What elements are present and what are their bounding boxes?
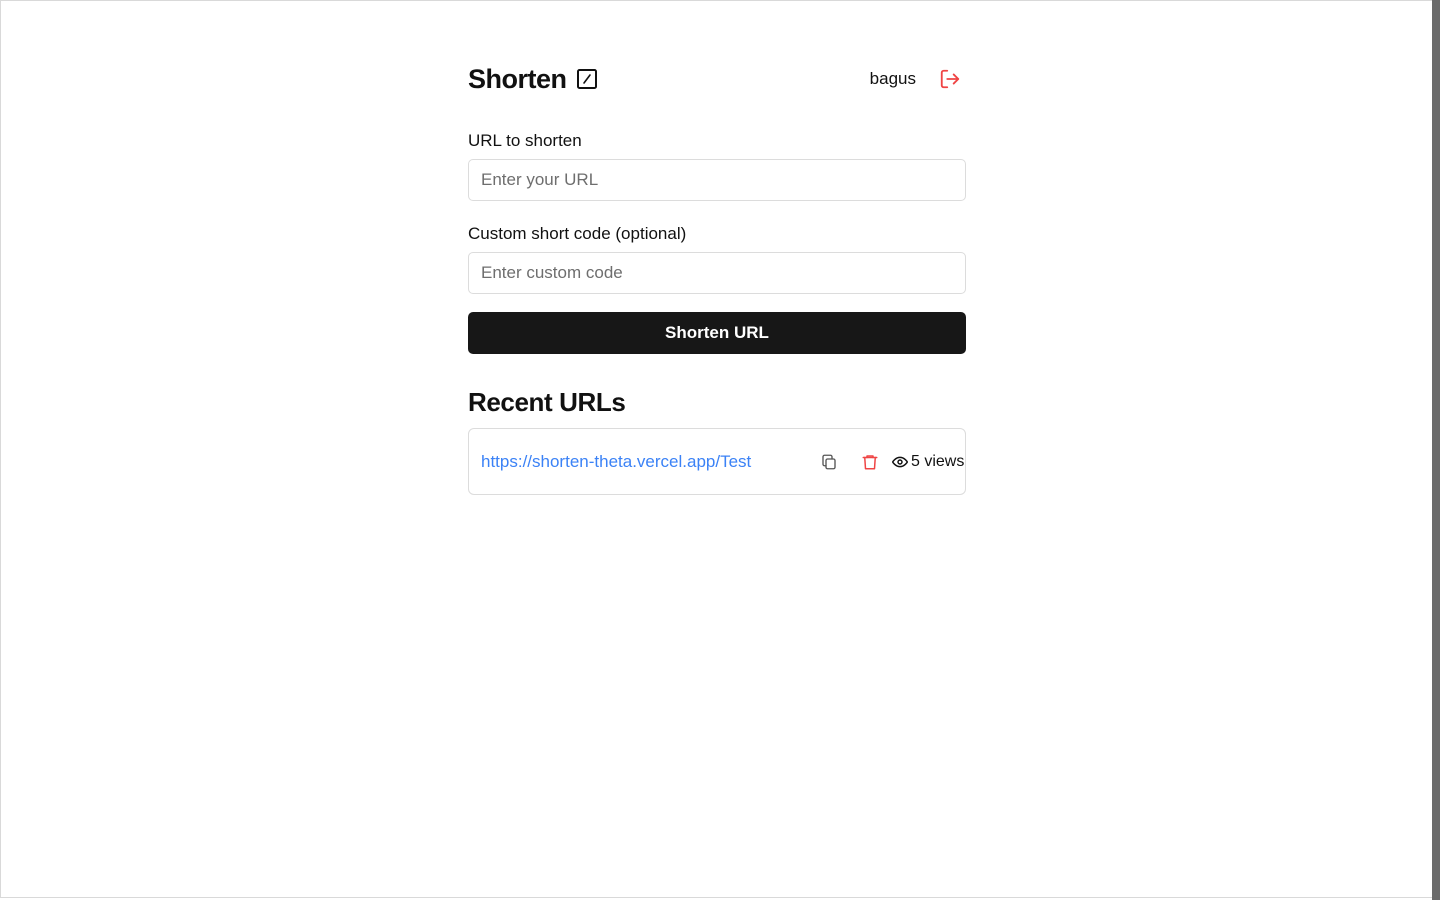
logout-icon xyxy=(940,69,960,89)
custom-code-label: Custom short code (optional) xyxy=(468,224,687,243)
copy-icon xyxy=(822,454,836,470)
copy-button[interactable] xyxy=(817,450,841,474)
app-title: Shorten xyxy=(468,64,567,94)
url-input[interactable] xyxy=(468,159,966,201)
recent-url-item: https://shorten-theta.vercel.app/Test 5 … xyxy=(468,428,966,495)
app-header: Shorten bagus xyxy=(468,59,966,99)
logout-button[interactable] xyxy=(936,65,964,93)
user-area: bagus xyxy=(870,65,966,93)
view-count: 5 views xyxy=(892,450,964,474)
short-url-link[interactable]: https://shorten-theta.vercel.app/Test xyxy=(481,450,751,474)
edit-square-icon xyxy=(576,68,598,90)
trash-icon xyxy=(862,455,878,470)
delete-button[interactable] xyxy=(858,450,882,474)
window-edge xyxy=(1432,0,1440,900)
custom-code-input[interactable] xyxy=(468,252,966,294)
username: bagus xyxy=(869,69,916,88)
brand: Shorten xyxy=(468,61,598,97)
url-field-label: URL to shorten xyxy=(468,131,582,150)
eye-icon xyxy=(892,454,908,470)
view-count-label: 5 views xyxy=(911,453,965,470)
page-viewport: Shorten bagus URL to shorten Enter your … xyxy=(0,0,1432,898)
recent-urls-heading: Recent URLs xyxy=(468,387,626,417)
shorten-url-button[interactable]: Shorten URL xyxy=(468,312,966,354)
